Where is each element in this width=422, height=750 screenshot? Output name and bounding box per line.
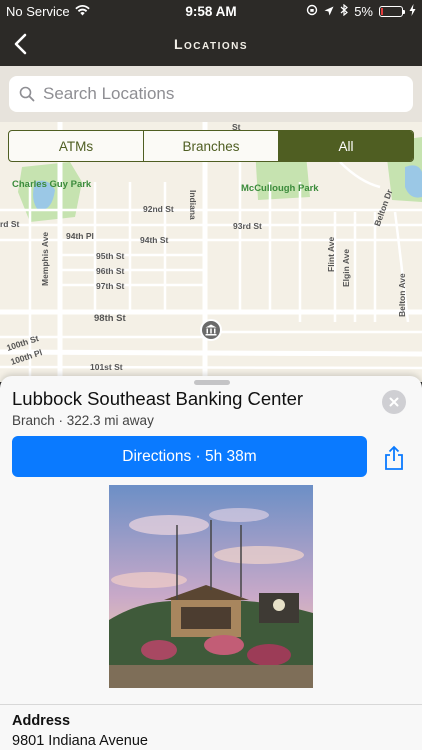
street-label: 92nd St	[143, 204, 174, 214]
divider	[0, 704, 422, 705]
top-bar: No Service 9:58 AM 5% Locations	[0, 0, 422, 66]
location-detail-card: Lubbock Southeast Banking Center Branch …	[0, 376, 422, 750]
park-label: McCullough Park	[241, 183, 319, 194]
share-button[interactable]	[381, 444, 407, 472]
street-label: rd St	[0, 219, 20, 229]
battery-percent: 5%	[354, 4, 373, 19]
location-photo	[109, 485, 313, 688]
street-label: 93rd St	[233, 221, 262, 231]
status-bar: No Service 9:58 AM 5%	[0, 0, 422, 22]
battery-icon	[379, 6, 405, 17]
street-label: 97th St	[96, 281, 125, 291]
street-label: 101st St	[90, 362, 123, 372]
street-label: Flint Ave	[326, 236, 336, 272]
address-label: Address	[12, 713, 71, 729]
bluetooth-icon	[340, 3, 349, 19]
search-placeholder: Search Locations	[43, 84, 175, 103]
location-name: Lubbock Southeast Banking Center	[12, 388, 304, 409]
park-label: Charles Guy Park	[12, 179, 92, 190]
street-label: 94th Pl	[66, 231, 94, 241]
filter-all[interactable]: All	[279, 131, 413, 161]
address-value[interactable]: 9801 Indiana Avenue	[12, 733, 148, 749]
page-title: Locations	[173, 36, 249, 52]
rotation-lock-icon	[306, 4, 318, 19]
drag-handle[interactable]	[194, 380, 230, 385]
street-label: 94th St	[140, 235, 169, 245]
location-arrow-icon	[324, 4, 334, 19]
location-subtitle: Branch · 322.3 mi away	[12, 413, 154, 428]
close-button[interactable]	[382, 390, 406, 414]
charging-icon	[409, 4, 416, 19]
search-bar-container: Search Locations	[0, 66, 422, 122]
bank-location-pin[interactable]	[200, 319, 222, 341]
directions-button[interactable]: Directions · 5h 38m	[12, 436, 367, 477]
street-label: Belton Ave	[397, 273, 407, 317]
street-label: Memphis Ave	[40, 231, 50, 286]
search-icon	[19, 86, 35, 102]
bank-icon	[205, 324, 217, 336]
search-input[interactable]: Search Locations	[9, 76, 413, 112]
street-label: Elgin Ave	[341, 248, 351, 287]
street-label: 96th St	[96, 266, 125, 276]
street-label: Indiana	[188, 190, 198, 220]
filter-atms[interactable]: ATMs	[9, 131, 144, 161]
location-filter: ATMs Branches All	[8, 130, 414, 162]
share-icon	[385, 445, 403, 470]
street-label: 98th St	[94, 313, 126, 324]
street-label: 95th St	[96, 251, 125, 261]
filter-branches[interactable]: Branches	[144, 131, 279, 161]
close-icon	[389, 397, 399, 407]
